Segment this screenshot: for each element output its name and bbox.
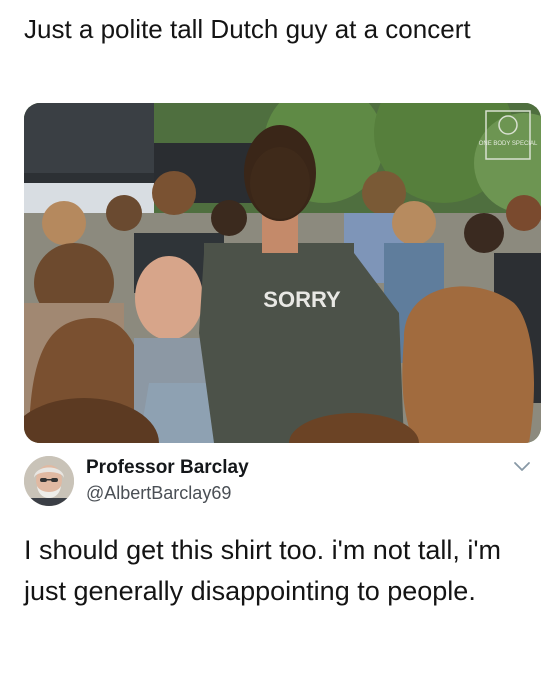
tweet-author: Professor Barclay @AlbertBarclay69: [24, 453, 541, 513]
avatar[interactable]: [24, 456, 74, 506]
author-name[interactable]: Professor Barclay: [86, 457, 249, 479]
concert-photo[interactable]: SORRY ONE BODY SPECIAL: [24, 103, 541, 443]
post-caption: Just a polite tall Dutch guy at a concer…: [24, 14, 471, 44]
tweet-text: I should get this shirt too. i'm not tal…: [24, 535, 502, 606]
shirt-text: SORRY: [263, 287, 341, 312]
watermark-text: ONE BODY SPECIAL: [479, 141, 538, 147]
concert-crowd-image: SORRY ONE BODY SPECIAL: [24, 103, 541, 443]
chevron-down-icon[interactable]: [513, 459, 531, 473]
author-handle[interactable]: @AlbertBarclay69: [86, 483, 231, 504]
